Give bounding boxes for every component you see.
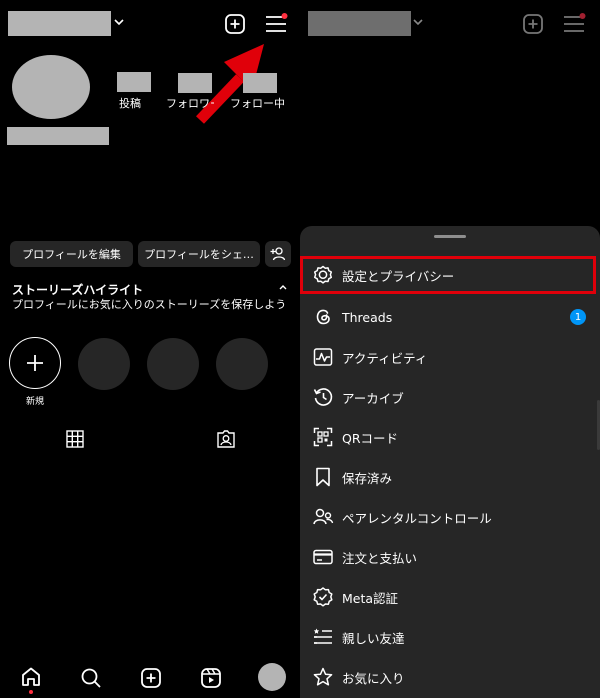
username-redacted <box>308 11 411 36</box>
menu-item-favorites[interactable]: お気に入り <box>300 658 600 696</box>
parental-control-icon <box>312 506 334 528</box>
hamburger-menu-icon <box>562 13 586 35</box>
menu-item-qr-code[interactable]: QRコード <box>300 418 600 456</box>
menu-item-orders-payments[interactable]: 注文と支払い <box>300 538 600 576</box>
menu-item-threads[interactable]: Threads 1 <box>300 298 600 336</box>
add-friend-button[interactable] <box>265 241 291 267</box>
highlights-description: プロフィールにお気に入りのストーリーズを保存しよう <box>12 298 287 311</box>
menu-item-meta-verified[interactable]: Meta認証 <box>300 578 600 616</box>
menu-item-label: Threads <box>342 309 393 325</box>
home-nav-icon[interactable] <box>20 666 42 688</box>
credit-card-icon <box>312 546 334 568</box>
tagged-tab-icon[interactable] <box>216 429 236 449</box>
archive-icon <box>312 386 334 408</box>
sheet-drag-handle[interactable] <box>434 235 466 238</box>
new-highlight-label: 新規 <box>26 397 45 407</box>
stat-followers-label[interactable]: フォロワー <box>166 95 214 111</box>
chevron-down-icon[interactable] <box>113 16 125 28</box>
menu-screen: 設定とプライバシー Threads 1 アクティビティ アーカイブ QRコード … <box>300 0 600 698</box>
menu-item-parental-control[interactable]: ペアレンタルコントロール <box>300 498 600 536</box>
add-person-icon <box>270 247 286 261</box>
share-profile-button[interactable]: プロフィールをシェ… <box>138 241 260 267</box>
follower-count-redacted <box>178 73 212 93</box>
create-post-icon <box>522 13 544 35</box>
highlight-placeholder <box>216 338 268 390</box>
chevron-up-icon[interactable] <box>278 283 288 291</box>
search-nav-icon[interactable] <box>80 667 102 689</box>
highlights-title: ストーリーズハイライト <box>12 283 144 297</box>
activity-icon <box>312 346 334 368</box>
plus-icon <box>27 355 43 371</box>
username-redacted <box>8 11 111 36</box>
bookmark-icon <box>312 466 334 488</box>
qr-code-icon <box>312 426 334 448</box>
menu-item-label: ペアレンタルコントロール <box>342 510 492 526</box>
new-highlight-button[interactable] <box>9 337 61 389</box>
menu-item-label: アーカイブ <box>342 390 404 406</box>
following-count-redacted <box>243 73 277 93</box>
notification-dot <box>29 690 33 694</box>
post-count-redacted <box>117 72 151 92</box>
menu-item-activity[interactable]: アクティビティ <box>300 338 600 376</box>
menu-item-label: Meta認証 <box>342 590 399 606</box>
menu-item-label: QRコード <box>342 430 399 446</box>
profile-nav-avatar[interactable] <box>258 663 286 691</box>
menu-item-close-friends[interactable]: 親しい友達 <box>300 618 600 656</box>
verified-badge-icon <box>312 586 334 608</box>
close-friends-icon <box>312 626 334 648</box>
edit-profile-button[interactable]: プロフィールを編集 <box>10 241 133 267</box>
chevron-down-icon <box>412 16 424 28</box>
menu-item-label: 注文と支払い <box>342 550 418 566</box>
highlight-placeholder <box>78 338 130 390</box>
grid-tab-icon[interactable] <box>66 430 84 448</box>
create-post-icon[interactable] <box>224 13 246 35</box>
threads-icon <box>312 306 334 328</box>
menu-item-archive[interactable]: アーカイブ <box>300 378 600 416</box>
menu-item-saved[interactable]: 保存済み <box>300 458 600 496</box>
menu-item-label: アクティビティ <box>342 350 428 366</box>
avatar[interactable] <box>12 55 90 119</box>
create-nav-icon[interactable] <box>140 667 162 689</box>
profile-screen: 投稿 フォロワー フォロー中 プロフィールを編集 プロフィールをシェ… ストーリ… <box>0 0 296 698</box>
menu-item-label: お気に入り <box>342 670 405 686</box>
stat-posts-label[interactable]: 投稿 <box>119 95 141 111</box>
reels-nav-icon[interactable] <box>200 667 222 689</box>
stat-following-label[interactable]: フォロー中 <box>230 95 285 111</box>
hamburger-menu-icon[interactable] <box>264 13 288 35</box>
display-name-redacted <box>7 127 109 145</box>
menu-item-label: 保存済み <box>342 470 393 486</box>
star-icon <box>312 666 334 688</box>
notification-badge: 1 <box>570 309 586 325</box>
highlight-placeholder <box>147 338 199 390</box>
highlight-box-annotation <box>300 256 596 294</box>
menu-bottom-sheet: 設定とプライバシー Threads 1 アクティビティ アーカイブ QRコード … <box>300 226 600 698</box>
menu-item-label: 親しい友達 <box>342 630 405 646</box>
